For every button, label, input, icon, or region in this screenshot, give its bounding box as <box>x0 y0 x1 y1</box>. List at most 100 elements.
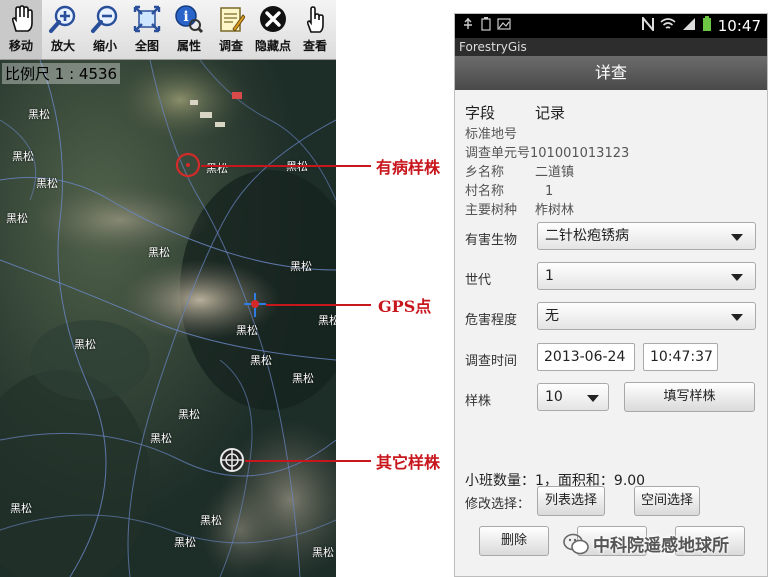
survey-date-field[interactable]: 2013-06-24 <box>537 343 635 371</box>
spatial-select-button[interactable]: 空间选择 <box>634 486 700 516</box>
modify-selection-label: 修改选择： <box>465 497 531 512</box>
pest-select-value: 二针松疱锈病 <box>545 228 629 244</box>
tool-view-button[interactable]: 查看 <box>294 0 336 59</box>
map-label: 黑松 <box>292 372 314 385</box>
damage-select-value: 无 <box>545 308 559 324</box>
wifi-icon <box>660 17 676 35</box>
tool-label: 全图 <box>134 39 159 53</box>
survey-notepad-icon <box>216 4 246 34</box>
diseased-sample-marker[interactable] <box>175 152 201 182</box>
app-title-bar: ForestryGis <box>455 38 767 56</box>
record-column-title: 记录 <box>535 104 566 122</box>
watermark: 中科院遥感地球所 <box>563 531 729 556</box>
full-extent-icon <box>132 4 162 34</box>
pest-label: 有害生物 <box>465 233 518 248</box>
form-header: 详查 <box>455 56 767 90</box>
signal-icon <box>682 17 696 35</box>
map-label: 黑松 <box>10 502 32 515</box>
pointer-view-icon <box>300 4 330 34</box>
dropdown-arrow-icon <box>731 314 743 321</box>
pest-select[interactable]: 二针松疱锈病 <box>537 222 756 250</box>
wechat-icon <box>563 533 589 554</box>
gps-crosshair-icon <box>244 293 266 317</box>
status-bar: 10:47 <box>455 14 767 38</box>
hand-icon <box>6 4 36 34</box>
battery-small-icon <box>481 17 491 35</box>
map-panel: 移动 放大 缩小 全图 i 属性 调查 隐藏点 查看 比例尺 1: 4536 … <box>0 0 336 577</box>
map-label: 黑松 <box>318 314 336 327</box>
other-annotation-label: 其它样株 <box>376 453 441 472</box>
tool-hide-points-button[interactable]: 隐藏点 <box>252 0 294 59</box>
tool-zoom-in-button[interactable]: 放大 <box>42 0 84 59</box>
dropdown-arrow-icon <box>731 234 743 241</box>
map-label: 黑松 <box>6 212 28 225</box>
row-tree-species: 主要树种 柞树林 <box>465 199 574 218</box>
fill-sample-button[interactable]: 填写样株 <box>624 382 755 412</box>
map-label: 黑松 <box>178 408 200 421</box>
map-label: 黑松 <box>236 324 258 337</box>
row-village: 村名称 1 <box>465 180 553 199</box>
battery-icon <box>702 16 712 36</box>
generation-select[interactable]: 1 <box>537 262 756 290</box>
photo-icon <box>497 18 511 34</box>
svg-text:i: i <box>183 9 188 25</box>
map-label: 黑松 <box>148 246 170 259</box>
map-label: 黑松 <box>174 536 196 549</box>
survey-time-field[interactable]: 10:47:37 <box>643 343 718 371</box>
tool-survey-button[interactable]: 调查 <box>210 0 252 59</box>
row-value: 二道镇 <box>535 165 575 180</box>
row-survey-unit: 调查单元号101001013123 <box>465 142 629 161</box>
red-circle-icon <box>175 152 201 178</box>
usb-icon <box>461 17 475 35</box>
other-sample-marker[interactable] <box>219 447 245 477</box>
zoom-out-icon <box>90 4 120 34</box>
satellite-imagery <box>0 60 336 577</box>
tool-label: 隐藏点 <box>254 39 291 53</box>
tool-label: 放大 <box>50 39 75 53</box>
map-scale-text: 比例尺 1 : 4536 <box>2 63 121 84</box>
row-label: 调查单元号 <box>465 146 531 161</box>
tool-full-extent-button[interactable]: 全图 <box>126 0 168 59</box>
row-value: 1 <box>545 184 554 199</box>
dropdown-arrow-icon <box>731 274 743 281</box>
map-label: 黑松 <box>200 514 222 527</box>
crosshair-circle-icon <box>220 448 244 472</box>
field-column-title: 字段 <box>465 104 496 122</box>
watermark-text: 中科院遥感地球所 <box>593 536 729 556</box>
tool-label: 属性 <box>176 39 201 53</box>
dropdown-arrow-icon <box>587 395 599 402</box>
diseased-annotation-label: 有病样株 <box>376 158 441 177</box>
other-annotation-line <box>245 460 371 462</box>
zoom-in-icon <box>48 4 78 34</box>
tool-zoom-out-button[interactable]: 缩小 <box>84 0 126 59</box>
row-label: 标准地号 <box>465 127 518 142</box>
tool-identify-button[interactable]: i 属性 <box>168 0 210 59</box>
status-time: 10:47 <box>717 17 761 35</box>
row-plot-number: 标准地号 <box>465 123 517 142</box>
row-value: 柞树林 <box>535 203 575 218</box>
gps-point-marker[interactable] <box>244 293 266 321</box>
list-select-button[interactable]: 列表选择 <box>537 486 605 516</box>
map-label: 黑松 <box>250 354 272 367</box>
nfc-icon <box>641 15 654 35</box>
row-value: 101001013123 <box>530 146 630 161</box>
tool-pan-button[interactable]: 移动 <box>0 0 42 59</box>
sample-label: 样株 <box>465 394 492 409</box>
map-label: 黑松 <box>28 108 50 121</box>
generation-select-value: 1 <box>545 268 554 284</box>
identify-info-icon: i <box>174 4 204 34</box>
tool-label: 缩小 <box>92 39 117 53</box>
delete-button[interactable]: 删除 <box>479 526 549 556</box>
sample-count-select[interactable]: 10 <box>537 383 609 411</box>
map-label: 黑松 <box>206 162 228 175</box>
damage-select[interactable]: 无 <box>537 302 756 330</box>
survey-time-label: 调查时间 <box>465 354 518 369</box>
field-record-header: 字段 记录 <box>465 102 565 123</box>
map-label: 黑松 <box>36 177 58 190</box>
map-view[interactable]: 比例尺 1 : 4536 黑松 黑松 黑松 黑松 黑松 黑松 黑松 黑松 黑松 … <box>0 60 336 577</box>
row-township: 乡名称 二道镇 <box>465 161 574 180</box>
row-label: 主要树种 <box>465 203 518 218</box>
row-label: 乡名称 <box>465 165 505 180</box>
map-label: 黑松 <box>74 338 96 351</box>
diseased-annotation-line <box>201 165 371 167</box>
